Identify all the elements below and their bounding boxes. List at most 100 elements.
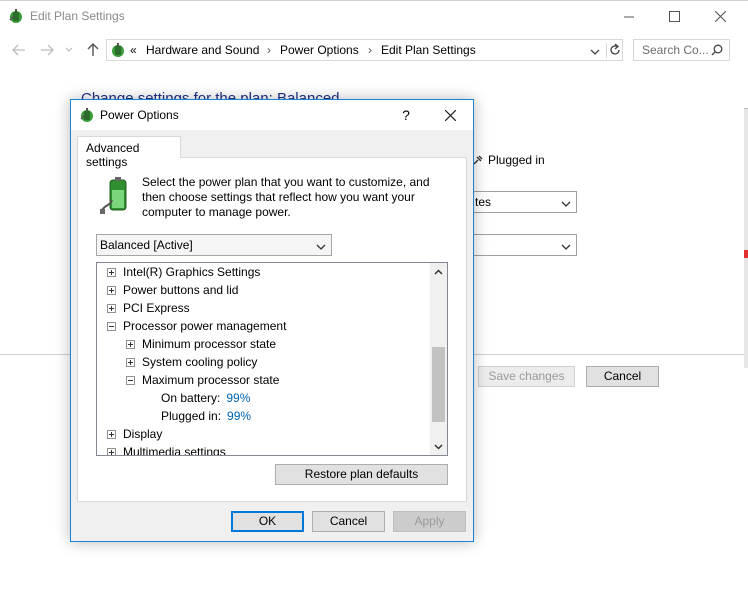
advanced-settings-panel: Select the power plan that you want to c… [77,157,467,502]
help-button[interactable]: ? [391,100,421,130]
settings-tree[interactable]: Intel(R) Graphics Settings Power buttons… [96,262,448,456]
tree-item-label: Multimedia settings [123,445,226,456]
chevron-down-icon [434,443,443,450]
maximize-icon [668,11,680,22]
close-button[interactable] [697,1,743,32]
turn-off-display-plugged-select[interactable]: tes [460,191,577,213]
expand-icon[interactable] [107,303,116,313]
restore-plan-defaults-button[interactable]: Restore plan defaults [275,464,448,485]
refresh-icon [610,43,620,55]
sleep-plugged-select[interactable] [460,234,577,256]
recent-locations-button[interactable] [62,41,76,59]
expand-icon[interactable] [107,429,116,439]
power-options-icon [79,107,95,123]
tab-advanced-settings[interactable]: Advanced settings [77,136,181,169]
tree-item-system-cooling-policy[interactable]: System cooling policy [126,353,257,371]
tree-item-on-battery[interactable]: On battery: 99% [161,389,250,407]
plugged-in-label: Plugged in [488,153,545,167]
tree-item-label: Plugged in: [161,409,222,423]
select-value: tes [475,195,492,209]
tree-item-intel-graphics-settings[interactable]: Intel(R) Graphics Settings [107,263,260,281]
back-button[interactable] [9,41,29,59]
expand-icon[interactable] [126,339,135,349]
control-panel-icon [110,42,126,61]
plugged-in-column-header: Plugged in [472,153,545,167]
forward-button[interactable] [37,41,57,59]
dialog-cancel-button[interactable]: Cancel [312,511,385,532]
search-icon [711,44,723,59]
plugged-in-value[interactable]: 99% [227,409,251,423]
tree-item-label: Power buttons and lid [123,283,239,297]
tree-item-pci-express[interactable]: PCI Express [107,299,190,317]
edge-line [744,108,748,109]
apply-button[interactable]: Apply [393,511,466,532]
plan-select-value: Balanced [Active] [100,238,193,252]
tree-item-minimum-processor-state[interactable]: Minimum processor state [126,335,276,353]
close-icon [714,11,726,22]
page-cancel-button[interactable]: Cancel [586,366,659,387]
chevron-down-icon [561,240,571,254]
tree-item-maximum-processor-state[interactable]: Maximum processor state [126,371,279,389]
expand-icon[interactable] [107,285,116,295]
forward-arrow-icon [41,44,54,56]
power-plan-select[interactable]: Balanced [Active] [96,234,332,256]
dialog-close-button[interactable] [427,100,473,130]
tree-scrollbar[interactable] [430,263,447,455]
collapse-icon[interactable] [126,375,135,385]
tree-item-label: On battery: [161,391,221,405]
battery-plug-icon [100,176,136,216]
scroll-down-button[interactable] [430,438,447,455]
search-input[interactable]: Search Co... [633,39,730,61]
chevron-up-icon [434,268,443,275]
minimize-button[interactable] [606,1,652,32]
address-history-dropdown[interactable] [590,45,600,59]
back-arrow-icon [12,44,25,56]
tree-item-label: Intel(R) Graphics Settings [123,265,261,279]
breadcrumb-separator[interactable]: › [267,43,271,57]
tree-item-power-buttons-and-lid[interactable]: Power buttons and lid [107,281,238,299]
window-title: Edit Plan Settings [30,9,125,23]
power-options-icon [8,8,24,24]
chevron-down-icon [65,47,73,52]
address-bar[interactable]: « Hardware and Sound › Power Options › E… [106,39,623,61]
chevron-down-icon [590,49,600,55]
maximize-button[interactable] [651,1,697,32]
ok-button[interactable]: OK [231,511,304,532]
tree-item-label: Minimum processor state [142,337,277,351]
dialog-title: Power Options [100,108,179,122]
up-button[interactable] [83,41,103,59]
refresh-button[interactable] [609,43,621,60]
tree-item-label: Processor power management [123,319,287,333]
background-window-edge [744,108,748,368]
address-overflow-chevron[interactable]: « [130,43,137,57]
expand-icon[interactable] [107,447,116,455]
tree-item-plugged-in[interactable]: Plugged in: 99% [161,407,251,425]
close-icon [444,109,456,121]
tab-label: Advanced settings [86,141,140,169]
collapse-icon[interactable] [107,321,116,331]
tree-item-label: PCI Express [123,301,190,315]
breadcrumb-hardware-and-sound[interactable]: Hardware and Sound [146,43,259,57]
chevron-down-icon [316,240,326,254]
breadcrumb-edit-plan-settings[interactable]: Edit Plan Settings [381,43,476,57]
expand-icon[interactable] [107,267,116,277]
tree-item-multimedia-settings[interactable]: Multimedia settings [107,443,226,456]
search-placeholder: Search Co... [642,43,709,57]
expand-icon[interactable] [126,357,135,367]
power-options-dialog: Power Options ? Advanced settings Select… [70,99,474,542]
save-changes-button[interactable]: Save changes [478,366,575,387]
tree-item-label: Display [123,427,163,441]
tree-item-processor-power-management[interactable]: Processor power management [107,317,286,335]
minimize-icon [624,16,634,17]
scrollbar-thumb[interactable] [432,347,445,422]
on-battery-value[interactable]: 99% [226,391,250,405]
breadcrumb-separator[interactable]: › [368,43,372,57]
dialog-description: Select the power plan that you want to c… [142,175,430,219]
address-divider [606,43,607,58]
tree-item-label: System cooling policy [142,355,258,369]
tree-item-display[interactable]: Display [107,425,162,443]
scroll-up-button[interactable] [430,263,447,280]
up-arrow-icon [87,43,99,56]
tree-item-label: Maximum processor state [142,373,280,387]
breadcrumb-power-options[interactable]: Power Options [280,43,359,57]
